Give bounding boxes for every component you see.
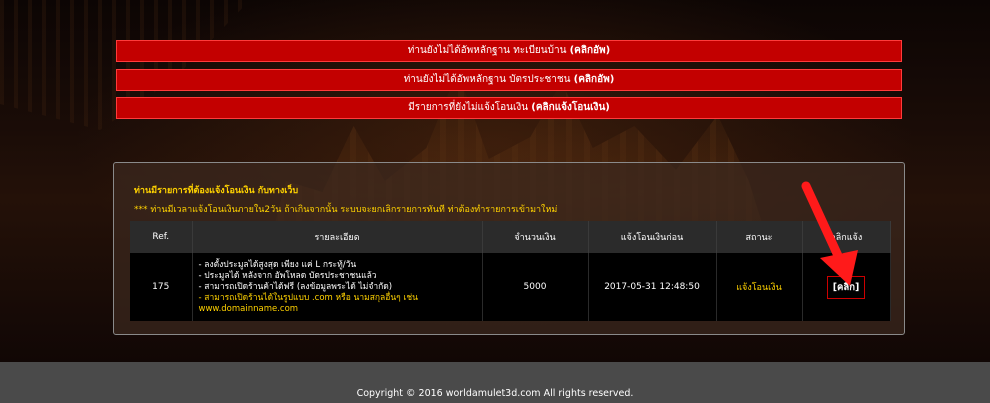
cell-deadline: 2017-05-31 12:48:50 — [588, 253, 717, 321]
table-row: 175 - ลงตั้งประมูลได้สูงสุด เพียง แค่ L … — [130, 253, 891, 321]
detail-line: - ประมูลได้ หลังจาก อัพโหลด บัตรประชาชนแ… — [198, 270, 377, 281]
alert-action: (คลิกอัพ) — [569, 45, 611, 56]
header-amount: จำนวนเงิน — [482, 221, 589, 253]
footer: Copyright © 2016 worldamulet3d.com All r… — [0, 362, 990, 403]
panel-warning: *** ท่านมีเวลาแจ้งโอนเงินภายใน2วัน ถ้าเก… — [134, 205, 558, 215]
pending-transfer-panel: ท่านมีรายการที่ต้องแจ้งโอนเงิน กับทางเว็… — [113, 162, 905, 335]
cell-amount: 5000 — [482, 253, 589, 321]
detail-line-highlight: www.domainname.com — [198, 303, 299, 314]
alert-text: ท่านยังไม่ได้อัพหลักฐาน บัตรประชาชน — [403, 74, 571, 85]
header-ref: Ref. — [130, 221, 193, 253]
alert-text: มีรายการที่ยังไม่แจ้งโอนเงิน — [408, 102, 529, 113]
copyright-text: Copyright © 2016 worldamulet3d.com All r… — [356, 388, 634, 399]
cell-status: แจ้งโอนเงิน — [716, 253, 803, 321]
detail-line-highlight: - สามารถเปิดร้านได้ในรูปแบบ .com หรือ นา… — [198, 292, 418, 303]
upload-house-registration-button[interactable]: ท่านยังไม่ได้อัพหลักฐาน ทะเบียนบ้าน (คลิ… — [116, 40, 902, 62]
transfer-table: Ref. รายละเอียด จำนวนเงิน แจ้งโอนเงินก่อ… — [130, 221, 891, 321]
panel-title: ท่านมีรายการที่ต้องแจ้งโอนเงิน กับทางเว็… — [134, 186, 299, 196]
detail-line: - สามารถเปิดร้านค้าได้ฟรี (ลงข้อมูลพระได… — [198, 281, 393, 292]
header-details: รายละเอียด — [192, 221, 483, 253]
detail-line: - ลงตั้งประมูลได้สูงสุด เพียง แค่ L กระท… — [198, 259, 357, 270]
notify-transfer-button[interactable]: มีรายการที่ยังไม่แจ้งโอนเงิน (คลิกแจ้งโอ… — [116, 97, 902, 119]
header-action: คลิกแจ้ง — [802, 221, 891, 253]
table-header-row: Ref. รายละเอียด จำนวนเงิน แจ้งโอนเงินก่อ… — [130, 221, 891, 253]
cell-ref: 175 — [130, 253, 193, 321]
alert-action: (คลิกแจ้งโอนเงิน) — [531, 102, 610, 113]
cell-details: - ลงตั้งประมูลได้สูงสุด เพียง แค่ L กระท… — [192, 253, 483, 321]
alert-text: ท่านยังไม่ได้อัพหลักฐาน ทะเบียนบ้าน — [407, 45, 567, 56]
header-deadline: แจ้งโอนเงินก่อน — [588, 221, 717, 253]
upload-id-card-button[interactable]: ท่านยังไม่ได้อัพหลักฐาน บัตรประชาชน (คลิ… — [116, 69, 902, 91]
notify-click-link[interactable]: [คลิก] — [826, 275, 866, 299]
alert-action: (คลิกอัพ) — [573, 74, 615, 85]
cell-action: [คลิก] — [802, 253, 891, 321]
header-status: สถานะ — [716, 221, 803, 253]
